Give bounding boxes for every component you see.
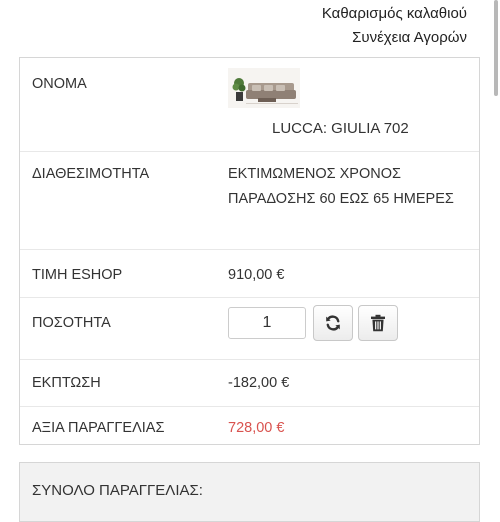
refresh-icon bbox=[326, 315, 340, 331]
scrollbar[interactable] bbox=[494, 0, 498, 96]
order-total-label: ΣΥΝΟΛΟ ΠΑΡΑΓΓΕΛΙΑΣ: bbox=[32, 482, 203, 499]
order-value-label: ΑΞΙΑ ΠΑΡΑΓΓΕΛΙΑΣ bbox=[32, 420, 165, 436]
discount-value: -182,00 € bbox=[228, 375, 290, 391]
availability-row: ΔΙΑΘΕΣΙΜΟΤΗΤΑ ΕΚΤΙΜΩΜΕΝΟΣ ΧΡΟΝΟΣ ΠΑΡΑΔΟΣ… bbox=[20, 151, 479, 250]
trash-icon bbox=[371, 314, 385, 332]
discount-row: ΕΚΠΤΩΣΗ -182,00 € bbox=[20, 359, 479, 407]
price-label: ΤΙΜΗ ESHOP bbox=[32, 267, 123, 283]
availability-label: ΔΙΑΘΕΣΙΜΟΤΗΤΑ bbox=[32, 166, 150, 182]
quantity-input[interactable] bbox=[228, 307, 306, 339]
quantity-row: ΠΟΣΟΤΗΤΑ bbox=[20, 297, 479, 360]
name-label: ΟΝΟΜΑ bbox=[32, 76, 87, 92]
price-row: ΤΙΜΗ ESHOP 910,00 € bbox=[20, 249, 479, 298]
continue-shopping-link[interactable]: Συνέχεια Αγορών bbox=[322, 26, 467, 50]
order-value-row: ΑΞΙΑ ΠΑΡΑΓΓΕΛΙΑΣ 728,00 € bbox=[20, 406, 479, 445]
product-image[interactable] bbox=[228, 68, 300, 108]
product-name[interactable]: LUCCA: GIULIA 702 bbox=[272, 120, 409, 137]
clear-cart-link[interactable]: Καθαρισμός καλαθιού bbox=[322, 2, 467, 26]
order-total-panel: ΣΥΝΟΛΟ ΠΑΡΑΓΓΕΛΙΑΣ: bbox=[19, 462, 480, 522]
availability-value: ΕΚΤΙΜΩΜΕΝΟΣ ΧΡΟΝΟΣ ΠΑΡΑΔΟΣΗΣ 60 ΕΩΣ 65 Η… bbox=[228, 166, 454, 207]
name-row: ΟΝΟΜΑ LUCCA: GIULIA 702 bbox=[20, 58, 479, 151]
quantity-label: ΠΟΣΟΤΗΤΑ bbox=[32, 315, 111, 331]
refresh-button[interactable] bbox=[313, 305, 353, 341]
header-links: Καθαρισμός καλαθιού Συνέχεια Αγορών bbox=[322, 2, 467, 50]
cart-item-panel: ΟΝΟΜΑ LUCCA: GIULIA 702 ΔΙΑΘΕΣΙΜΟΤΗΤΑ ΕΚ… bbox=[19, 57, 480, 445]
order-value: 728,00 € bbox=[228, 420, 285, 436]
discount-label: ΕΚΠΤΩΣΗ bbox=[32, 375, 101, 391]
delete-button[interactable] bbox=[358, 305, 398, 341]
price-value: 910,00 € bbox=[228, 267, 285, 283]
